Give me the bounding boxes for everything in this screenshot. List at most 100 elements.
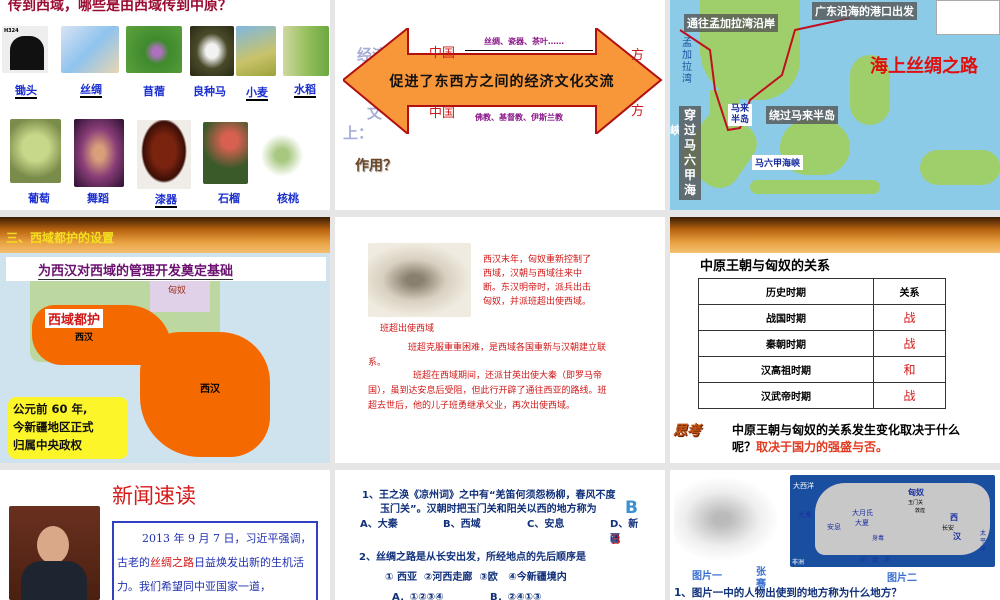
china-bottom: 中国 bbox=[429, 106, 456, 121]
table-header-row: 历史时期 关系 bbox=[698, 278, 947, 305]
desert-banner bbox=[670, 217, 1000, 253]
silk-road-map: 大西洋 匈奴 大秦 安息 大月氏 大夏 身毒 西 汉 长安 玉门关 敦煌 印度洋… bbox=[790, 475, 995, 567]
route-title: 海上丝绸之路 bbox=[870, 56, 978, 77]
map-label: 大夏 bbox=[855, 519, 869, 527]
map-label: 匈奴 bbox=[908, 488, 924, 497]
map-label: 非洲 bbox=[792, 559, 805, 566]
through-malacca-label: 穿过马六甲海 bbox=[679, 106, 701, 200]
map-label: 西 bbox=[950, 513, 958, 522]
paragraph-2: 班超在西域期间，还派甘英出使大秦（即罗马帝国），虽到达安息后受阻，但此行开辟了通… bbox=[368, 371, 607, 411]
q2-option-a: A．①②③④ bbox=[392, 592, 444, 600]
slide-title: 传到西域，哪些是由西域传到中原？ bbox=[8, 0, 232, 14]
dance-image bbox=[74, 119, 124, 187]
slide-thumbnail-3[interactable]: 广东沿海的港口出发 通往孟加拉湾沿岸 孟加拉湾 海上丝绸之路 马来半岛 绕过马来… bbox=[670, 0, 1000, 210]
label-hoe: 锄头 bbox=[15, 84, 37, 97]
around-malay-label: 绕过马来半岛 bbox=[766, 106, 838, 124]
q2-items: ① 西亚 ②河西走廊 ③欧 ④今新疆境内 bbox=[385, 572, 567, 583]
map-xiongnu: 匈奴 bbox=[168, 286, 187, 296]
slide-thumbnail-7[interactable]: 新闻速读 2013 年 9 月 7 日，习近平强调，古老的丝绸之路日益焕发出新的… bbox=[0, 470, 330, 600]
question-text: 1、图片一中的人物出使到的地方称为什么地方？ bbox=[674, 587, 902, 599]
label-pomegranate: 石榴 bbox=[218, 192, 240, 205]
malay-label: 马来半岛 bbox=[728, 104, 752, 126]
q1-option-c: C、安息 bbox=[527, 519, 565, 530]
protectorate-label: 西域都护 bbox=[45, 309, 104, 328]
wheat-image bbox=[236, 26, 276, 76]
hoe-image: H324 bbox=[2, 26, 48, 73]
relation-cell: 战 bbox=[872, 304, 947, 331]
bengal-bay-label: 孟加拉湾 bbox=[682, 38, 692, 85]
west-top: 方 bbox=[631, 48, 645, 63]
exports-text: 丝绸、瓷器、茶叶…… bbox=[484, 37, 564, 46]
west-bottom: 方 bbox=[631, 104, 645, 119]
speaker-photo bbox=[9, 506, 100, 600]
alfalfa-image bbox=[126, 26, 182, 73]
table-row: 秦朝时期战 bbox=[698, 330, 947, 357]
table-row: 战国时期战 bbox=[698, 304, 947, 331]
caption-2: 图片二 bbox=[887, 573, 917, 584]
q2-text: 2、丝绸之路是从长安出发，所经地点的先后顺序是 bbox=[359, 552, 586, 563]
relation-cell: 和 bbox=[872, 356, 947, 383]
painting-caption: 班超出使西域 bbox=[380, 324, 435, 334]
map-label: 长安 bbox=[942, 525, 955, 532]
section-heading: 三、西域都护的设置 bbox=[6, 231, 115, 245]
map-label: 汉 bbox=[953, 532, 961, 541]
malacca-label: 马六甲海峡 bbox=[752, 155, 804, 170]
label-wheat: 小麦 bbox=[246, 86, 268, 99]
relation-cell: 战 bbox=[872, 330, 947, 357]
label-alfalfa: 苜蓿 bbox=[143, 85, 165, 98]
note-line-2: 今新疆地区正式 bbox=[13, 420, 94, 434]
slide-thumbnail-1[interactable]: 传到西域，哪些是由西域传到中原？ H324 锄头 丝绸 苜蓿 良种马 小麦 水稻… bbox=[0, 0, 330, 210]
map-label: 玉门关 bbox=[908, 500, 924, 506]
hoe-code: H324 bbox=[4, 28, 19, 34]
map-label: 大西洋 bbox=[793, 482, 814, 490]
slide-thumbnail-4[interactable]: 三、西域都护的设置 匈奴 为西汉对西域的管理开发奠定基础 西域都护 西汉 西汉 … bbox=[0, 217, 330, 463]
lacquerware-image bbox=[137, 120, 191, 189]
arrow-text: 促进了东西方之间的经济文化交流 bbox=[389, 74, 615, 90]
label-horse: 良种马 bbox=[193, 85, 226, 98]
note-line-1: 公元前 60 年, bbox=[13, 402, 88, 416]
q1-line-1: 1、王之涣《凉州词》之中有“羌笛何须怨杨柳，春风不度 bbox=[362, 490, 616, 501]
period-cell: 汉武帝时期 bbox=[698, 382, 874, 409]
start-label: 广东沿海的港口出发 bbox=[812, 2, 917, 20]
religions-text: 佛教、基督教、伊斯兰教 bbox=[475, 113, 563, 122]
slide-thumbnail-9[interactable]: 大西洋 匈奴 大秦 安息 大月氏 大夏 身毒 西 汉 长安 玉门关 敦煌 印度洋… bbox=[670, 470, 1000, 600]
walnut-image bbox=[262, 125, 312, 180]
slide-thumbnail-5[interactable]: 西汉末年，匈奴重新控制了西域，汉朝与西域往来中断。东汉明帝时，派兵出击匈奴，并派… bbox=[335, 217, 665, 463]
china-top: 中国 bbox=[429, 46, 456, 61]
news-highlight: 丝绸之路 bbox=[150, 556, 194, 569]
period-cell: 秦朝时期 bbox=[698, 330, 874, 357]
silk-image bbox=[61, 26, 119, 73]
relations-table: 历史时期 关系 战国时期战 秦朝时期战 汉高祖时期和 汉武帝时期战 bbox=[698, 278, 947, 409]
label-silk: 丝绸 bbox=[80, 83, 102, 96]
slide-thumbnail-8[interactable]: 1、王之涣《凉州词》之中有“羌笛何须怨杨柳，春风不度 玉门关”。汉朝时把玉门关和… bbox=[335, 470, 665, 600]
think-icon: 思考 bbox=[673, 423, 701, 439]
grape-image bbox=[10, 119, 61, 183]
rice-image bbox=[283, 26, 329, 76]
header-relation: 关系 bbox=[872, 278, 947, 305]
slide-thumbnail-6[interactable]: 中原王朝与匈奴的关系 历史时期 关系 战国时期战 秦朝时期战 汉高祖时期和 汉武帝… bbox=[670, 217, 1000, 463]
q2-option-b: B．②④①③ bbox=[490, 592, 542, 600]
label-dance: 舞蹈 bbox=[87, 192, 109, 205]
xihan-label-west: 西汉 bbox=[75, 333, 94, 343]
question-text: 作用？ bbox=[355, 158, 397, 174]
relation-cell: 战 bbox=[872, 382, 947, 409]
map-label: 太平洋 bbox=[980, 530, 987, 553]
label-lacquer: 漆器 bbox=[155, 193, 177, 206]
caption-1: 图片一 bbox=[692, 571, 722, 582]
header-period: 历史时期 bbox=[698, 278, 874, 305]
map-label: 敦煌 bbox=[915, 508, 926, 514]
q1-option-a: A、大秦 bbox=[360, 519, 398, 530]
table-title: 中原王朝与匈奴的关系 bbox=[700, 259, 831, 274]
paragraph-1: 班超克服重重困难，是西域各国重新与汉朝建立联系。 bbox=[368, 343, 607, 368]
q1-answer: B bbox=[611, 533, 621, 548]
zhang-qian-drawing bbox=[674, 476, 780, 562]
period-cell: 战国时期 bbox=[698, 304, 874, 331]
subtitle: 为西汉对西域的管理开发奠定基础 bbox=[38, 260, 234, 280]
slide-thumbnail-2[interactable]: 经济 文 上： 中国 中国 方 方 丝绸、瓷器、茶叶…… 促进了东西方之间的经济… bbox=[335, 0, 665, 210]
map-label: 印度洋 bbox=[860, 557, 897, 564]
exports-arrow bbox=[465, 50, 593, 51]
answer-text: 取决于国力的强盛与否。 bbox=[756, 440, 889, 454]
news-box: 2013 年 9 月 7 日，习近平强调，古老的丝绸之路日益焕发出新的生机活力。… bbox=[112, 521, 318, 600]
horse-image bbox=[190, 26, 234, 76]
side-text: 西汉末年，匈奴重新控制了西域，汉朝与西域往来中断。东汉明帝时，派兵出击匈奴，并派… bbox=[483, 255, 592, 307]
